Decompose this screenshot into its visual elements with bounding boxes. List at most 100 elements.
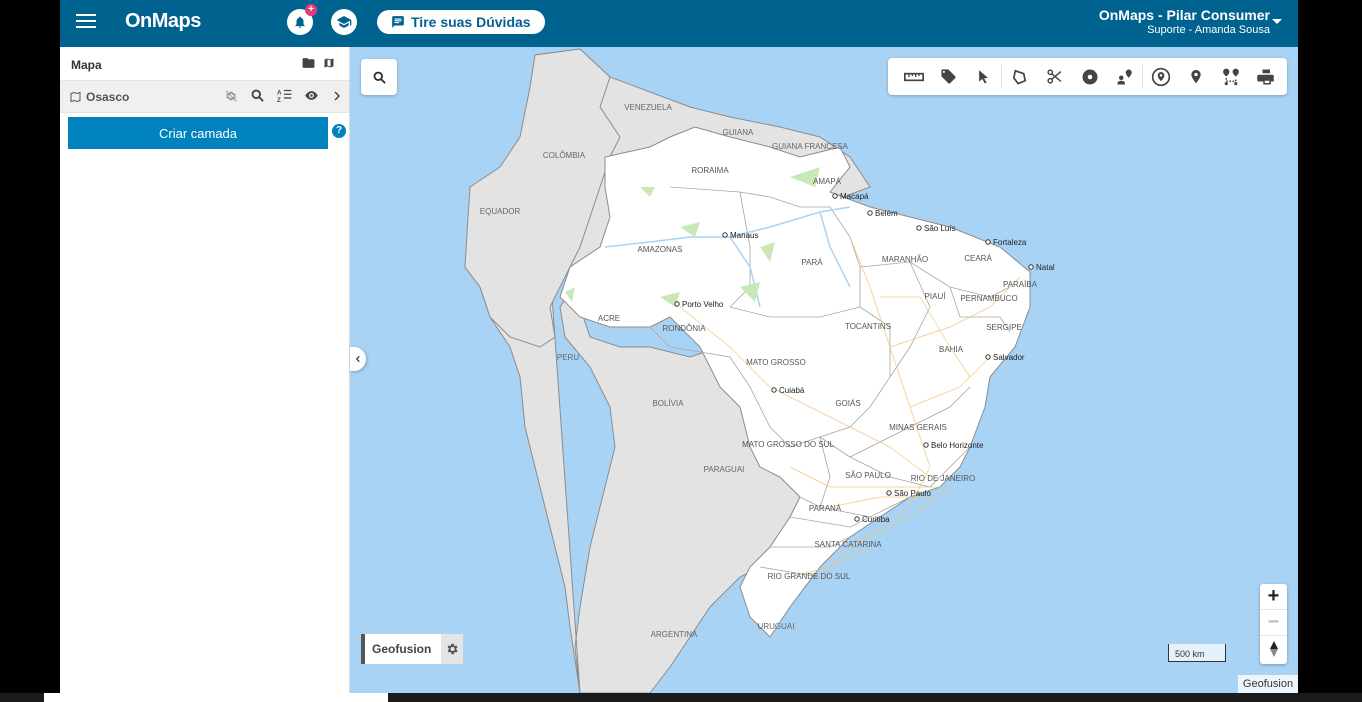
state-label: ACRE	[598, 314, 620, 323]
chevron-right-icon[interactable]	[331, 89, 343, 103]
help-button-label: Tire suas Dúvidas	[411, 14, 531, 30]
account-name: OnMaps - Pilar Consumer	[1098, 7, 1270, 23]
zoom-out-button[interactable]: −	[1260, 610, 1287, 636]
route-tool[interactable]	[1213, 58, 1248, 95]
scissors-icon	[1047, 69, 1062, 84]
country-label: GUIANA	[723, 128, 754, 137]
country-label: BOLÍVIA	[652, 399, 684, 408]
state-label: BAHIA	[939, 345, 964, 354]
svg-text:A: A	[277, 89, 282, 96]
pin-circle-icon	[1151, 67, 1170, 86]
printer-icon	[1257, 69, 1274, 84]
map-attribution: Geofusion	[1238, 675, 1298, 693]
map-icon[interactable]	[323, 57, 335, 69]
sort-az-icon[interactable]: AZ	[277, 88, 292, 103]
country-label: PERU	[557, 353, 579, 362]
state-label: MARANHÃO	[882, 255, 928, 264]
state-label: PARÁ	[801, 258, 823, 267]
tag-icon	[941, 69, 956, 84]
point-of-interest-tool[interactable]	[1143, 58, 1178, 95]
svg-text:Z: Z	[277, 97, 281, 103]
print-tool[interactable]	[1248, 58, 1283, 95]
radius-tool[interactable]	[1072, 58, 1107, 95]
state-label: PIAUÍ	[925, 292, 947, 301]
isochrone-tool[interactable]	[1107, 58, 1142, 95]
eye-icon[interactable]	[304, 88, 319, 103]
map-outline-icon	[70, 91, 81, 103]
city-label: Porto Velho	[682, 300, 724, 309]
country-label: GUIANA FRANCESA	[772, 142, 849, 151]
chevron-down-icon[interactable]	[1272, 19, 1282, 24]
city-label: Curitiba	[862, 515, 890, 524]
state-label: TOCANTINS	[845, 322, 891, 331]
city-label: Natal	[1036, 263, 1055, 272]
notification-badge: +	[305, 4, 317, 16]
state-label: AMAPÁ	[813, 177, 842, 186]
notifications-button[interactable]: +	[287, 4, 317, 35]
zoom-control: + −	[1260, 584, 1287, 664]
country-label: EQUADOR	[480, 207, 521, 216]
account-subtitle: Suporte - Amanda Sousa	[1147, 24, 1270, 36]
cut-tool[interactable]	[1037, 58, 1072, 95]
scale-bar: 500 km	[1168, 644, 1226, 662]
label-tool[interactable]	[931, 58, 966, 95]
city-label: Fortaleza	[993, 238, 1027, 247]
state-label: SÃO PAULO	[845, 471, 891, 480]
city-label: Salvador	[993, 353, 1025, 362]
zoom-in-button[interactable]: +	[1260, 584, 1287, 610]
base-layer-name[interactable]: Geofusion	[361, 634, 441, 664]
search-icon[interactable]	[250, 88, 265, 103]
state-label: MATO GROSSO	[746, 358, 806, 367]
marker-tool[interactable]	[1178, 58, 1213, 95]
map-toolbar	[888, 58, 1287, 95]
city-label: Manaus	[730, 231, 758, 240]
state-label: PARANÁ	[809, 504, 842, 513]
map-search-button[interactable]	[361, 59, 397, 95]
graduation-cap-icon	[336, 16, 352, 28]
bell-icon	[295, 16, 305, 28]
measure-tool[interactable]	[896, 58, 931, 95]
city-label: São Paulo	[894, 489, 931, 498]
state-label: GOIÁS	[835, 399, 860, 408]
account-menu[interactable]: OnMaps - Pilar Consumer Suporte - Amanda…	[1099, 7, 1270, 36]
city-label: Belo Horizonte	[931, 441, 984, 450]
base-layer-control: Geofusion	[361, 634, 463, 664]
state-label: CEARÁ	[964, 254, 992, 263]
state-label: AMAZONAS	[638, 245, 683, 254]
pin-icon	[1190, 69, 1201, 84]
city-label: Macapá	[840, 192, 869, 201]
country-label: URUGUAI	[758, 622, 795, 631]
menu-icon[interactable]	[76, 14, 96, 30]
polygon-tool[interactable]	[1002, 58, 1037, 95]
create-layer-button[interactable]: Criar camada	[68, 117, 328, 149]
city-label: Cuiabá	[779, 386, 805, 395]
project-selector[interactable]: Osasco	[69, 90, 129, 104]
polygon-icon	[1012, 69, 1027, 85]
project-name: Osasco	[86, 90, 130, 104]
help-button[interactable]: Tire suas Dúvidas	[377, 10, 545, 34]
training-button[interactable]	[331, 9, 357, 35]
layers-off-icon[interactable]	[224, 89, 238, 103]
os-taskbar-window	[44, 693, 388, 702]
panel-title: Mapa	[71, 58, 102, 72]
onmaps-app: OnMaps + Tire suas Dúvidas OnMaps - Pila…	[60, 0, 1298, 693]
folder-icon[interactable]	[302, 57, 315, 69]
state-label: MATO GROSSO DO SUL	[742, 440, 834, 449]
route-icon	[1222, 68, 1239, 86]
select-tool[interactable]	[966, 58, 1001, 95]
state-label: SANTA CATARINA	[814, 540, 882, 549]
reset-north-button[interactable]	[1260, 636, 1287, 662]
state-label: RONDÔNIA	[662, 324, 706, 333]
radius-icon	[1082, 69, 1097, 84]
create-layer-help[interactable]: ?	[332, 124, 346, 138]
gear-icon	[447, 643, 458, 655]
map-canvas[interactable]: VENEZUELA GUIANA GUIANA FRANCESA COLÔMBI…	[350, 47, 1298, 693]
top-bar: OnMaps + Tire suas Dúvidas OnMaps - Pila…	[60, 0, 1298, 47]
layers-panel: Mapa Osasco AZ Criar camada ?	[60, 47, 350, 693]
base-layer-settings[interactable]	[441, 634, 463, 664]
country-label: PARAGUAI	[704, 465, 745, 474]
compass-icon	[1269, 641, 1278, 657]
pointer-icon	[979, 70, 988, 84]
state-label: PARAÍBA	[1003, 280, 1038, 289]
project-row: Osasco AZ	[60, 81, 349, 113]
